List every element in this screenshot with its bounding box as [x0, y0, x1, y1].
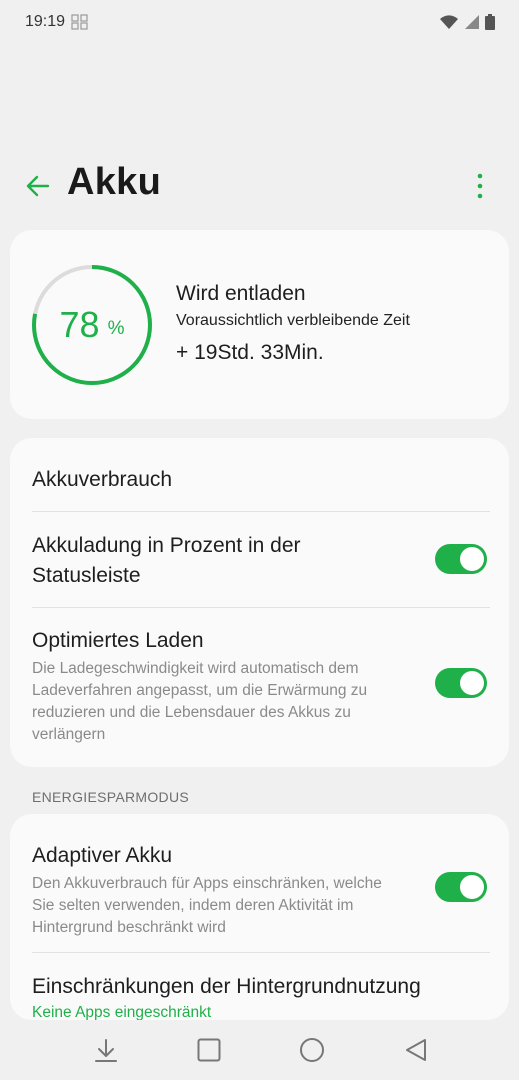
battery-icon — [485, 14, 495, 30]
energy-saving-section-header: ENERGIESPARMODUS — [32, 789, 190, 805]
divider — [32, 511, 490, 512]
nav-triangle-icon[interactable] — [402, 1036, 430, 1064]
optimized-charging-desc-line3: reduzieren und die Lebensdauer des Akkus… — [32, 704, 351, 721]
wifi-icon — [440, 15, 458, 29]
adaptive-battery-item[interactable]: Adaptiver Akku Den Akkuverbrauch für App… — [32, 841, 490, 939]
energy-saving-card: Adaptiver Akku Den Akkuverbrauch für App… — [10, 814, 509, 1020]
battery-status-card: 78 % Wird entladen Voraussichtlich verbl… — [10, 230, 509, 419]
nav-square-icon[interactable] — [195, 1036, 223, 1064]
background-restrictions-item[interactable]: Einschränkungen der Hintergrundnutzung K… — [32, 972, 490, 1020]
toggle-knob — [460, 875, 484, 899]
divider — [32, 607, 490, 608]
optimized-charging-toggle[interactable] — [435, 668, 487, 698]
background-restrictions-title: Einschränkungen der Hintergrundnutzung — [32, 975, 421, 998]
battery-usage-item[interactable]: Akkuverbrauch — [32, 465, 490, 495]
nav-circle-icon[interactable] — [298, 1036, 326, 1064]
notification-grid-icon — [71, 14, 88, 30]
battery-percent-sign: % — [107, 318, 125, 339]
optimized-charging-item[interactable]: Optimiertes Laden Die Ladegeschwindigkei… — [32, 626, 490, 746]
app-bar: Akku — [0, 156, 519, 216]
battery-estimate-label: Voraussichtlich verbleibende Zeit — [176, 312, 410, 329]
adaptive-battery-desc-line2: Sie selten verwenden, indem deren Aktivi… — [32, 897, 354, 914]
battery-usage-title: Akkuverbrauch — [32, 468, 173, 491]
battery-estimate-value: + 19Std. 33Min. — [176, 341, 324, 364]
optimized-charging-desc-line2: Ladeverfahren angepasst, um die Erwärmun… — [32, 682, 368, 699]
status-time: 19:19 — [25, 13, 66, 30]
battery-percent: 78 % — [30, 263, 154, 387]
toggle-knob — [460, 671, 484, 695]
battery-percent-value: 78 — [59, 304, 100, 345]
optimized-charging-desc-line1: Die Ladegeschwindigkeit wird automatisch… — [32, 660, 359, 677]
adaptive-battery-desc-line3: Hintergrund beschränkt wird — [32, 919, 226, 936]
page-title: Akku — [67, 161, 162, 203]
more-vert-icon[interactable] — [470, 170, 490, 202]
background-restrictions-status: Keine Apps eingeschränkt — [32, 1004, 212, 1020]
adaptive-battery-desc-line1: Den Akkuverbrauch für Apps einschränken,… — [32, 875, 382, 892]
statusbar-percent-item[interactable]: Akkuladung in Prozent in der Statusleist… — [32, 531, 490, 591]
statusbar-percent-title-line2: Statusleiste — [32, 564, 141, 587]
toggle-knob — [460, 547, 484, 571]
signal-icon — [465, 15, 479, 29]
statusbar-percent-title-line1: Akkuladung in Prozent in der — [32, 534, 301, 557]
optimized-charging-title: Optimiertes Laden — [32, 629, 204, 652]
battery-settings-card: Akkuverbrauch Akkuladung in Prozent in d… — [10, 438, 509, 767]
divider — [32, 952, 490, 953]
arrow-left-icon[interactable] — [24, 172, 52, 200]
status-bar: 19:19 — [0, 0, 519, 44]
adaptive-battery-toggle[interactable] — [435, 872, 487, 902]
nav-down-icon[interactable] — [92, 1036, 120, 1064]
optimized-charging-desc-line4: verlängern — [32, 726, 106, 743]
battery-status-text: Wird entladen — [176, 282, 306, 305]
statusbar-percent-toggle[interactable] — [435, 544, 487, 574]
adaptive-battery-title: Adaptiver Akku — [32, 844, 173, 867]
navigation-bar — [0, 1020, 519, 1080]
